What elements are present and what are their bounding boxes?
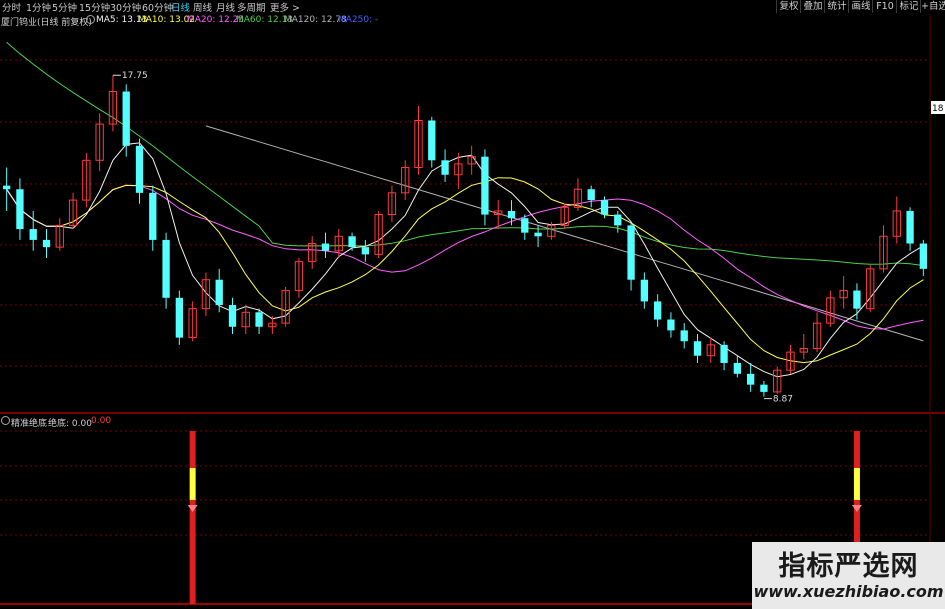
ind-bar-mid-1 (853, 468, 860, 500)
candle-body-9 (122, 91, 130, 146)
price-labels: 17.75 8.87 18 (112, 71, 945, 405)
axis-tag: 18 (932, 104, 944, 114)
candle-body-13 (175, 297, 184, 338)
candle-body-12 (162, 239, 170, 298)
candle-body-48 (640, 279, 649, 302)
ind-bar-top-1 (853, 431, 860, 468)
ma20-line (6, 184, 924, 330)
candle-body-19 (255, 312, 263, 327)
candle-body-24 (321, 243, 330, 251)
candle-body-55 (733, 362, 742, 374)
candle-body-56 (746, 373, 755, 385)
kline-chart[interactable]: 17.75 8.87 18 (0, 0, 945, 609)
candle-body-51 (680, 330, 688, 342)
chart-grid (0, 14, 945, 609)
candle-body-57 (760, 384, 768, 392)
candles (2, 75, 928, 397)
high-price-label: 17.75 (122, 71, 148, 81)
candle-body-0 (2, 185, 11, 190)
candle-body-69 (919, 243, 928, 269)
candle-body-32 (428, 120, 436, 161)
candle-body-52 (693, 341, 702, 356)
candle-body-17 (228, 305, 237, 327)
candle-body-16 (215, 279, 223, 306)
ind-bar-top-0 (189, 431, 196, 468)
candle-body-1 (16, 189, 24, 230)
ma-lines (6, 41, 924, 378)
candle-body-3 (42, 239, 51, 248)
candle-body-49 (653, 301, 662, 320)
candle-body-46 (614, 214, 622, 226)
ma120-line (205, 125, 924, 342)
candle-body-54 (720, 344, 728, 363)
candle-body-33 (441, 160, 449, 175)
watermark: 指标严选网 www.xuezhibiao.com (752, 542, 945, 609)
candle-body-50 (667, 319, 675, 331)
candle-body-2 (29, 229, 37, 240)
candle-body-68 (906, 210, 914, 244)
ind-bar-mid-0 (189, 468, 196, 500)
ma10-line (6, 177, 924, 364)
ind-bar-bottom-0 (189, 500, 196, 604)
candle-body-10 (135, 145, 144, 193)
candle-body-47 (627, 225, 635, 280)
watermark-title: 指标严选网 (778, 551, 919, 582)
candle-body-39 (521, 218, 529, 233)
ind-arrow-1 (851, 505, 862, 512)
candle-body-11 (149, 192, 157, 240)
ind-arrow-0 (187, 505, 198, 512)
low-price-label: 8.87 (773, 395, 793, 405)
candle-body-26 (348, 236, 356, 248)
watermark-url: www.xuezhibiao.com (753, 582, 944, 601)
candle-body-27 (361, 247, 370, 255)
candle-body-64 (853, 290, 861, 309)
candle-body-45 (600, 200, 609, 215)
candle-body-36 (481, 156, 489, 215)
candle-body-40 (534, 232, 542, 237)
candle-body-38 (507, 210, 516, 219)
candle-body-44 (587, 189, 595, 201)
ma5-line (6, 142, 924, 378)
